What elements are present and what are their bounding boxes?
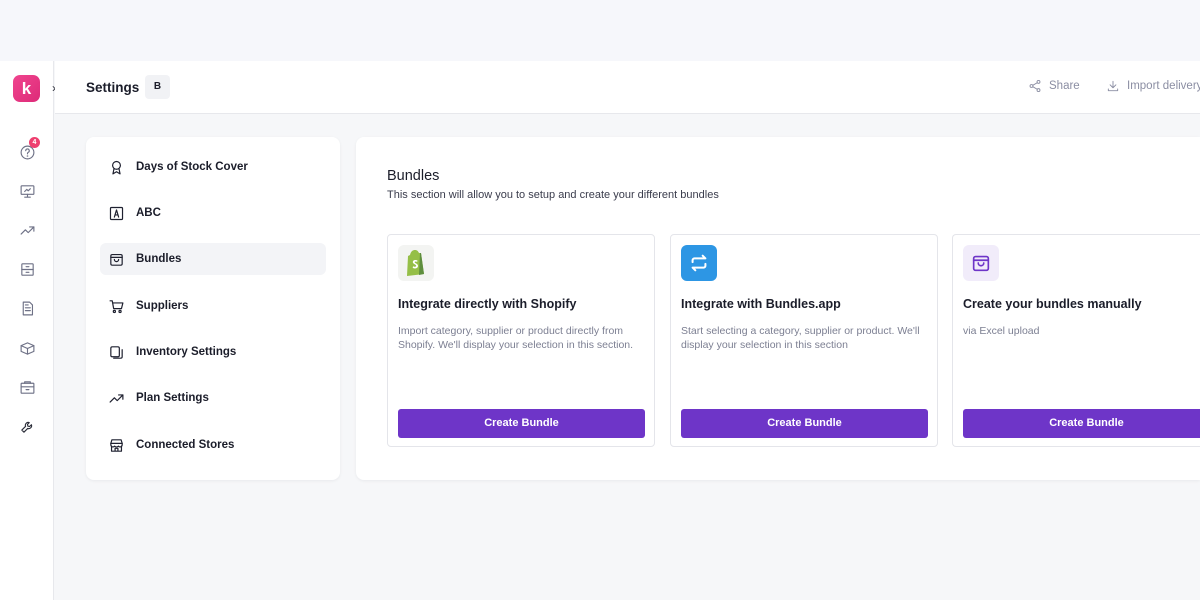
- bundles-panel: Bundles This section will allow you to s…: [356, 137, 1200, 480]
- option-description: Import category, supplier or product dir…: [398, 325, 634, 351]
- section-description: This section will allow you to setup and…: [387, 189, 719, 201]
- menu-item-days-of-stock-cover[interactable]: Days of Stock Cover: [100, 151, 326, 183]
- menu-item-abc[interactable]: ABC: [100, 197, 326, 229]
- option-title: Create your bundles manually: [963, 297, 1142, 311]
- page-title: Settings: [86, 80, 140, 95]
- trend-up-icon[interactable]: [17, 220, 37, 240]
- menu-item-label: Plan Settings: [136, 392, 209, 404]
- abc-box-icon: [106, 203, 126, 223]
- menu-item-label: ABC: [136, 207, 161, 219]
- document-icon[interactable]: [17, 298, 37, 318]
- import-delivery-button[interactable]: Import delivery: [1106, 79, 1200, 93]
- option-description: Start selecting a category, supplier or …: [681, 325, 920, 351]
- presentation-icon[interactable]: [17, 181, 37, 201]
- option-title: Integrate with Bundles.app: [681, 297, 841, 311]
- option-title: Integrate directly with Shopify: [398, 297, 577, 311]
- copy-icon: [106, 342, 126, 362]
- menu-item-label: Inventory Settings: [136, 346, 237, 358]
- menu-item-plan-settings[interactable]: Plan Settings: [100, 382, 326, 414]
- notification-badge: 4: [29, 137, 40, 148]
- share-label: Share: [1049, 80, 1080, 92]
- inventory-icon[interactable]: [17, 377, 37, 397]
- create-bundle-button-bundles-app[interactable]: Create Bundle: [681, 409, 928, 438]
- settings-menu: Days of Stock Cover ABC Bundles Supplier…: [86, 137, 340, 480]
- menu-item-label: Connected Stores: [136, 439, 235, 451]
- shopify-icon: [398, 245, 434, 281]
- section-title: Bundles: [387, 168, 440, 184]
- wrench-icon[interactable]: [17, 416, 37, 436]
- option-card-bundles-app: Integrate with Bundles.app Start selecti…: [670, 234, 938, 447]
- box-icon[interactable]: [17, 338, 37, 358]
- trend-up-icon: [106, 388, 126, 408]
- help-circle-icon[interactable]: 4: [17, 137, 40, 162]
- cart-icon: [106, 296, 126, 316]
- option-card-shopify: Integrate directly with Shopify Import c…: [387, 234, 655, 447]
- option-card-manual: Create your bundles manually via Excel u…: [952, 234, 1200, 447]
- menu-item-bundles[interactable]: Bundles: [100, 243, 326, 275]
- store-icon: [106, 435, 126, 455]
- top-band: [0, 0, 1200, 61]
- menu-item-label: Bundles: [136, 253, 182, 265]
- nav-rail: k › 4: [0, 61, 56, 600]
- share-icon: [1029, 79, 1041, 93]
- option-description: via Excel upload: [963, 325, 1040, 337]
- menu-item-suppliers[interactable]: Suppliers: [100, 290, 326, 322]
- share-button[interactable]: Share: [1028, 79, 1080, 93]
- page-header: Settings B Share Import delivery: [55, 61, 1200, 114]
- menu-item-inventory-settings[interactable]: Inventory Settings: [100, 336, 326, 368]
- bag-icon: [106, 249, 126, 269]
- menu-item-label: Suppliers: [136, 300, 189, 312]
- archive-icon[interactable]: [17, 259, 37, 279]
- workspace-chip[interactable]: B: [145, 75, 170, 99]
- create-bundle-button-shopify[interactable]: Create Bundle: [398, 409, 645, 438]
- menu-item-label: Days of Stock Cover: [136, 161, 248, 173]
- import-delivery-label: Import delivery: [1127, 80, 1200, 92]
- bundles-app-icon: [681, 245, 717, 281]
- create-bundle-button-manual[interactable]: Create Bundle: [963, 409, 1200, 438]
- app-logo[interactable]: k: [13, 75, 40, 102]
- menu-item-connected-stores[interactable]: Connected Stores: [100, 429, 326, 461]
- award-icon: [106, 157, 126, 177]
- download-icon: [1107, 80, 1119, 92]
- bag-icon: [963, 245, 999, 281]
